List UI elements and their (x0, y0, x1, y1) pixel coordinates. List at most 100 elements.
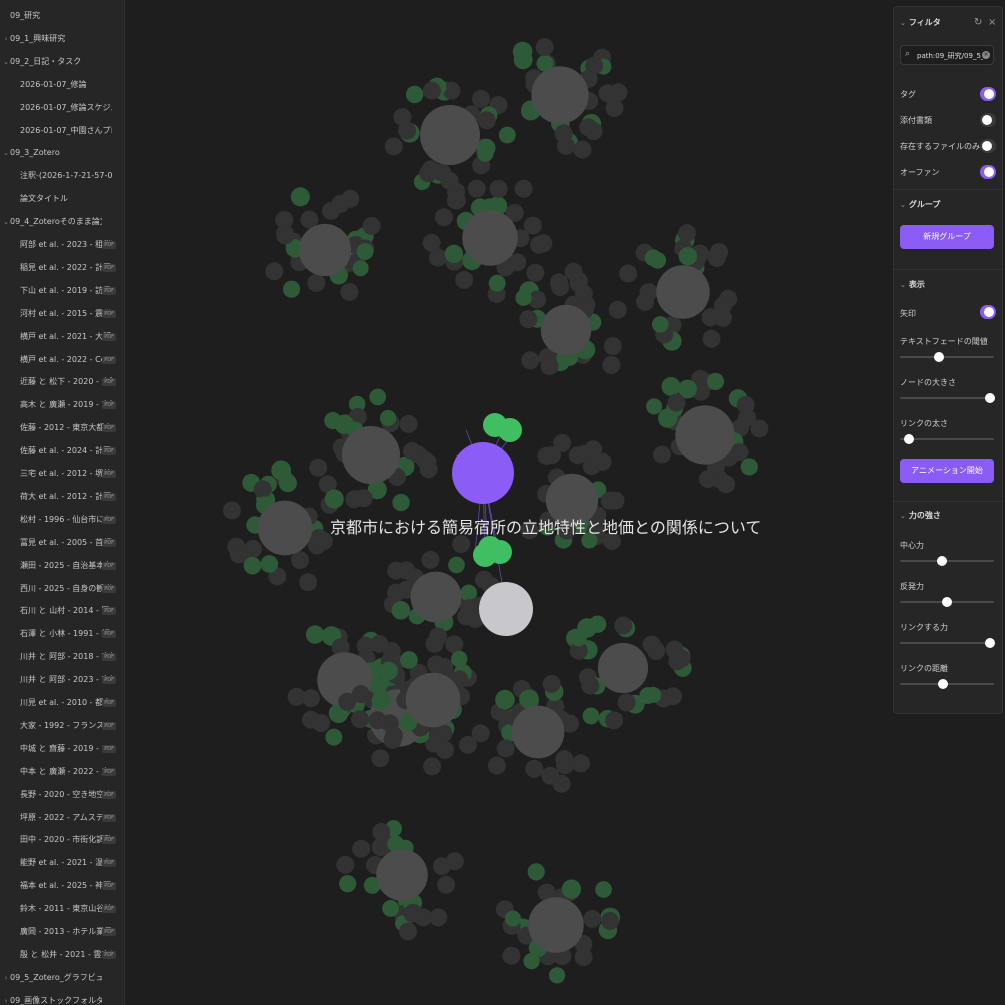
tag-node[interactable] (282, 280, 301, 298)
tag-node[interactable] (334, 414, 354, 434)
start-animation-button[interactable]: アニメーション開始 (900, 459, 994, 483)
attachment-node[interactable] (398, 121, 417, 140)
attachment-node[interactable] (452, 535, 471, 554)
attachment-node[interactable] (619, 264, 638, 283)
attachment-node[interactable] (399, 414, 418, 433)
filter-search-value[interactable]: path:09_研究/09_5_Zotero (917, 51, 983, 61)
tag-node[interactable] (371, 690, 392, 711)
focus-note-node[interactable] (452, 442, 514, 504)
attachment-node[interactable] (526, 263, 545, 282)
arrow-toggle[interactable] (980, 305, 996, 319)
attachment-node[interactable] (422, 81, 441, 100)
tag-node[interactable] (379, 409, 397, 427)
note-node[interactable] (656, 265, 710, 319)
new-group-button[interactable]: 新規グループ (900, 225, 994, 249)
attachment-node[interactable] (336, 855, 355, 874)
attachment-node[interactable] (554, 124, 573, 143)
attachment-node[interactable] (429, 627, 448, 646)
attachment-node[interactable] (421, 160, 440, 179)
file-item-pdf[interactable]: 坪原 - 2022 - アムステルダ…PDF (0, 810, 124, 826)
attachment-node[interactable] (502, 946, 521, 965)
slider-handle[interactable] (942, 597, 952, 607)
tag-node[interactable] (678, 246, 698, 266)
attachment-node[interactable] (487, 756, 506, 775)
note-node[interactable] (511, 705, 565, 759)
file-item[interactable]: 2026-01-07_中園さんプロポ資料… (0, 123, 124, 139)
attachment-node[interactable] (549, 273, 568, 292)
tag-node[interactable] (448, 556, 465, 574)
attachment-node[interactable] (276, 226, 295, 245)
slider-track[interactable] (900, 679, 994, 689)
attachment-node[interactable] (677, 224, 696, 243)
tag-node[interactable] (477, 145, 494, 162)
tag-node[interactable] (582, 707, 600, 725)
attachment-node[interactable] (447, 191, 466, 210)
file-item-pdf[interactable]: 荷大 et al. - 2012 - 計画的…PDF (0, 489, 124, 505)
file-item-pdf[interactable]: 石川 と 山村 - 2014 - 国内…PDF (0, 603, 124, 619)
attachment-node[interactable] (579, 118, 598, 137)
note-node[interactable] (298, 223, 352, 277)
file-item-pdf[interactable]: 西川 - 2025 - 自身の観光統…PDF (0, 581, 124, 597)
slider-handle[interactable] (934, 352, 945, 362)
attachment-node[interactable] (573, 140, 592, 159)
file-item-pdf[interactable]: 大家 - 1992 - フランスの住…PDF (0, 718, 124, 734)
tag-node[interactable] (324, 489, 344, 509)
tag-node[interactable] (548, 967, 566, 984)
folder-item[interactable]: ⌄09_2_日記・タスク (0, 54, 124, 70)
attachment-node[interactable] (368, 711, 387, 730)
file-item-pdf[interactable]: 川井 と 阿部 - 2018 - 京都…PDF (0, 649, 124, 665)
tag-node[interactable] (325, 728, 343, 746)
note-node[interactable] (545, 473, 599, 527)
attachment-node[interactable] (713, 308, 732, 327)
attachment-node[interactable] (581, 676, 600, 695)
tag-node[interactable] (243, 556, 262, 575)
note-node[interactable] (420, 105, 480, 165)
attachment-node[interactable] (702, 329, 721, 348)
attachment-node[interactable] (601, 911, 620, 930)
tag-node[interactable] (651, 316, 669, 333)
group-section-header[interactable]: ⌄ グループ (900, 199, 940, 210)
tag-node[interactable] (646, 398, 663, 415)
attachment-node[interactable] (434, 208, 453, 227)
file-item-pdf[interactable]: 福本 et al. - 2025 - 神戸市…PDF (0, 878, 124, 894)
slider-track[interactable] (900, 352, 994, 362)
attachment-node[interactable] (471, 724, 490, 743)
tag-node[interactable] (581, 532, 598, 549)
attachment-node[interactable] (521, 351, 540, 370)
tag-node[interactable] (561, 879, 582, 899)
tag-node[interactable] (379, 661, 398, 681)
attachment-node[interactable] (608, 300, 627, 319)
attachment-node[interactable] (398, 922, 417, 941)
attachment-node[interactable] (647, 641, 666, 660)
file-item-pdf[interactable]: 鈴木 - 2011 - 東京山谷地域…PDF (0, 901, 124, 917)
file-item-pdf[interactable]: 稲見 et al. - 2022 - 計画的…PDF (0, 260, 124, 276)
note-node[interactable] (531, 66, 589, 124)
clear-search-icon[interactable]: × (982, 51, 990, 59)
tag-node[interactable] (290, 187, 310, 207)
file-item-pdf[interactable]: 横戸 et al. - 2022 - Covid-1…PDF (0, 352, 124, 368)
tag-node[interactable] (392, 493, 410, 512)
file-item[interactable]: 09_研究 (0, 8, 124, 24)
attachment-node[interactable] (602, 355, 621, 374)
display-section-header[interactable]: ⌄ 表示 (900, 279, 925, 290)
attachment-node[interactable] (717, 475, 736, 494)
tag-node[interactable] (495, 689, 515, 710)
attachment-node[interactable] (299, 573, 318, 592)
attachment-node[interactable] (445, 852, 464, 871)
attachment-node[interactable] (540, 357, 559, 376)
slider-handle[interactable] (937, 556, 948, 566)
attachment-node[interactable] (582, 457, 601, 476)
attachment-node[interactable] (421, 550, 440, 569)
folder-item[interactable]: ⌄09_3_Zotero (0, 145, 124, 161)
attachment-node[interactable] (229, 545, 248, 564)
tag-node[interactable] (382, 899, 400, 917)
tag-node[interactable] (515, 289, 532, 306)
attachment-node[interactable] (639, 283, 658, 302)
tag-node[interactable] (260, 555, 279, 573)
note-node[interactable] (597, 642, 649, 694)
file-item-pdf[interactable]: 能野 et al. - 2021 - 温泉観…PDF (0, 855, 124, 871)
attachment-node[interactable] (307, 273, 326, 292)
tag-node[interactable] (400, 651, 418, 669)
attachment-node[interactable] (331, 194, 350, 213)
filter-option-toggle[interactable] (980, 165, 996, 179)
